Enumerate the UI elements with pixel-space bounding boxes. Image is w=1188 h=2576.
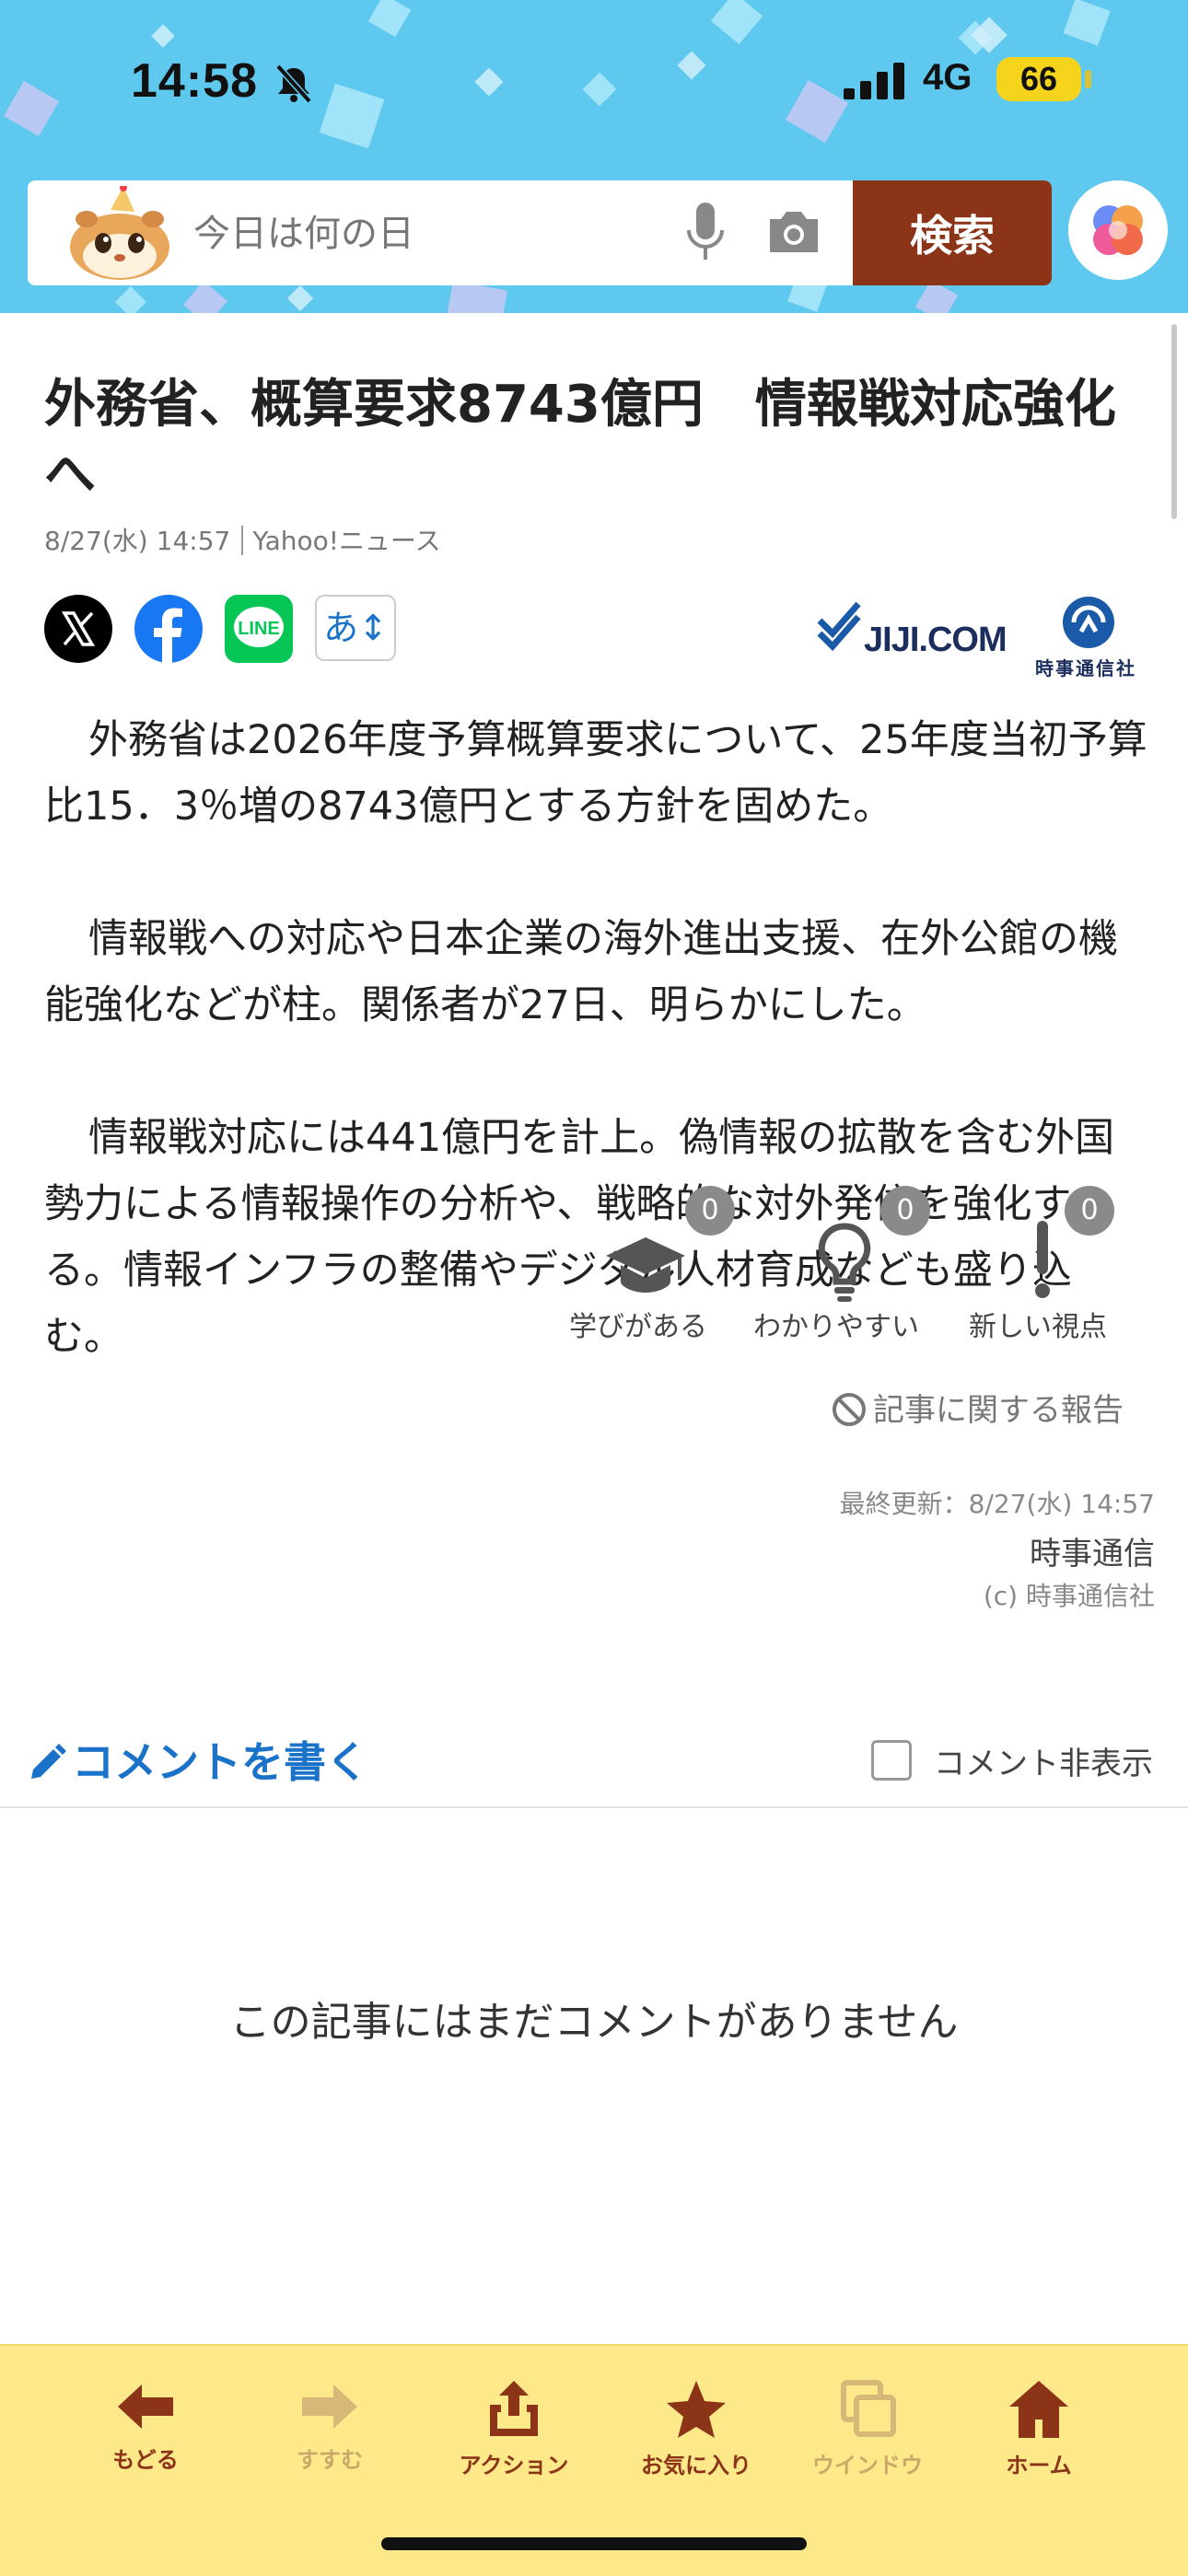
comment-header: コメントを書く コメント非表示 [0, 1711, 1188, 1808]
hide-comments-checkbox[interactable] [871, 1740, 912, 1781]
toolbar-label: お気に入り [641, 2453, 751, 2478]
toolbar-label: アクション [459, 2453, 569, 2478]
share-icon [490, 2381, 538, 2436]
home-button[interactable]: ホーム [965, 2377, 1112, 2479]
jiji-press-emblem-icon [1063, 597, 1114, 648]
toolbar-label: すすむ [297, 2447, 363, 2473]
reaction-label: 学びがある [569, 1311, 707, 1343]
graduation-cap-icon [606, 1237, 685, 1293]
home-indicator[interactable] [381, 2537, 807, 2550]
exclamation-icon [1035, 1221, 1050, 1298]
back-button[interactable]: もどる [72, 2377, 219, 2474]
report-label: 記事に関する報告 [873, 1392, 1124, 1429]
back-arrow-icon [118, 2385, 173, 2429]
facebook-share-icon[interactable] [134, 595, 203, 663]
publisher-logo-sub: 時事通信社 [1035, 657, 1136, 679]
reaction-new-perspective-button[interactable]: 0 新しい視点 [958, 1186, 1133, 1343]
reaction-count: 0 [880, 1186, 930, 1236]
font-size-button[interactable]: あ↕ [315, 595, 396, 661]
search-button[interactable]: 検索 [853, 180, 1052, 285]
microphone-icon[interactable] [683, 201, 728, 265]
app-header: 14:58 4G 66 今日は何の日 検索 [0, 0, 1188, 313]
toolbar-label: ホーム [1006, 2453, 1072, 2478]
ai-assistant-icon[interactable] [1068, 180, 1168, 280]
reaction-learning-button[interactable]: 0 学びがある [562, 1186, 735, 1343]
window-icon [841, 2380, 896, 2437]
camera-icon[interactable] [766, 206, 821, 256]
toolbar-label: ウインドウ [812, 2453, 923, 2478]
reaction-label: 新しい視点 [969, 1311, 1107, 1343]
battery-level: 66 [996, 57, 1081, 101]
meta-divider [241, 526, 244, 555]
hide-comments-label[interactable]: コメント非表示 [934, 1738, 1153, 1783]
reaction-buttons: 0 学びがある 0 わかりやすい 0 新しい視点 [0, 1186, 1188, 1343]
silent-bell-icon [275, 64, 312, 104]
article-title: 外務省、概算要求8743億円 情報戦対応強化へ [44, 375, 1116, 505]
article-provider: Yahoo!ニュース [252, 526, 441, 556]
home-icon [1009, 2381, 1068, 2438]
favorites-button[interactable]: お気に入り [623, 2377, 770, 2479]
article-paragraph: 情報戦への対応や日本企業の海外進出支援、在外公館の機能強化などが柱。関係者が27… [44, 916, 1118, 1028]
toolbar-label: もどる [112, 2447, 179, 2473]
reaction-label: わかりやすい [753, 1311, 919, 1343]
forward-arrow-icon [302, 2385, 357, 2429]
publisher-logo: JIJI.COM [864, 621, 1007, 659]
no-comments-message: この記事にはまだコメントがありません [229, 1999, 959, 2046]
window-button[interactable]: ウインドウ [794, 2377, 941, 2479]
reaction-count: 0 [685, 1186, 735, 1236]
search-input[interactable] [192, 180, 674, 285]
status-bar: 14:58 4G 66 [0, 0, 1188, 157]
action-button[interactable]: アクション [440, 2377, 588, 2479]
jiji-logo-mark-icon [817, 601, 861, 652]
write-comment-button[interactable]: コメントを書く [26, 1729, 368, 1790]
last-updated: 最終更新：8/27(水) 14:57 [839, 1489, 1155, 1519]
article-date: 8/27(水) 14:57 [44, 526, 231, 556]
forward-button[interactable]: すすむ [256, 2377, 403, 2474]
write-comment-label: コメントを書く [72, 1737, 368, 1787]
copyright: (c) 時事通信社 [983, 1581, 1155, 1611]
cellular-signal-icon [844, 63, 904, 99]
article-source[interactable]: 時事通信 [1030, 1528, 1155, 1573]
network-type: 4G [923, 57, 973, 98]
article-paragraph: 外務省は2026年度予算概算要求について、25年度当初予算比15．3％増の874… [44, 717, 1147, 830]
prohibited-icon [833, 1393, 866, 1426]
line-share-icon[interactable]: LINE [225, 595, 293, 663]
star-icon [667, 2381, 726, 2438]
report-article-link[interactable]: 記事に関する報告 [831, 1385, 1124, 1430]
battery-cap [1085, 70, 1091, 88]
search-bar: 検索 [28, 180, 1052, 285]
scrollbar[interactable] [1171, 324, 1177, 519]
clock: 14:58 [131, 54, 258, 108]
pencil-icon [31, 1744, 66, 1779]
lightbulb-icon [818, 1223, 871, 1302]
reaction-clear-button[interactable]: 0 わかりやすい [748, 1186, 941, 1343]
article-meta: 8/27(水) 14:57 Yahoo!ニュース [44, 521, 441, 558]
svg-text:LINE: LINE [238, 619, 280, 639]
x-share-icon[interactable] [44, 595, 112, 663]
guinea-pig-mascot-icon[interactable] [55, 186, 184, 282]
reaction-count: 0 [1065, 1186, 1114, 1236]
